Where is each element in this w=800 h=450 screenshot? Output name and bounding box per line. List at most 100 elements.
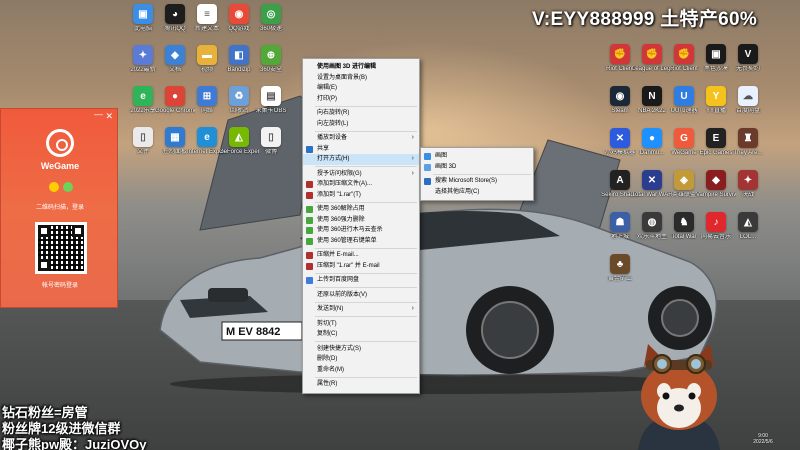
menu-item-label: 复制(C) [317,331,338,337]
menu-item-label: 属性(R) [317,381,338,387]
open-with-item[interactable]: 画图 [421,151,533,162]
menu-item-icon [424,178,431,185]
game-a-icon: ◈ [674,170,694,190]
desktop-icon-label: 360安全 [259,67,282,73]
qq-game-icon: ◉ [229,4,249,24]
desktop-icon-they-are[interactable]: ♜ They Are... [731,128,765,157]
desktop-icon-qq-music[interactable]: ☁ 百度网盘 [731,86,765,115]
context-menu-item[interactable]: 使用 360管理右键菜单 [303,236,419,247]
context-menu-item[interactable]: 使用画图 3D 进行编辑 [303,62,419,73]
menu-item-label: 使用画图 3D 进行编辑 [317,64,377,70]
minimize-icon[interactable]: — [94,109,103,119]
netease-music-icon: ♪ [706,212,726,232]
menu-item-label: 发送到(N) [317,306,344,312]
menu-item-label: 剪切(T) [317,320,337,327]
doc-icon: ◆ [165,45,185,65]
desktop-icon-360-speed[interactable]: ◎ 360极速 [254,4,288,33]
open-with-item[interactable]: 画图 3D [421,162,533,173]
menu-item-label: 使用 360进行木马云查杀 [317,227,383,233]
menu-item-label: 删除(D) [317,356,338,362]
close-icon[interactable]: ✕ [105,111,113,122]
chevron-right-icon: › [411,155,414,162]
context-menu-item[interactable]: 编辑(E) [303,83,419,94]
total-war-icon: ✕ [642,170,662,190]
yy-icon: Y [706,86,726,106]
desktop-icon-game-f[interactable]: ◭ LOL... [731,212,765,241]
context-menu-item[interactable]: 添加到压缩文件(A)... [303,179,419,190]
epic-icon: E [706,128,726,148]
red-panda-mascot [638,344,720,450]
context-menu-item[interactable]: 授予访问权限(G) › [303,169,419,180]
menu-item-label: 画图 3D [435,163,457,170]
context-menu-item[interactable]: 剪切(T) [303,319,419,330]
folder1-icon: ▬ [197,45,217,65]
desktop-icon-label: 微博 [264,149,277,155]
menu-item-icon [306,216,313,224]
context-menu-item[interactable]: 还原以前的版本(V) [303,290,419,301]
context-menu-item[interactable]: 向左旋转(L) [303,119,419,130]
geforce-icon: ◭ [229,127,249,147]
open-with-item[interactable]: 搜索 Microsoft Store(S) [421,176,533,187]
context-menu-item[interactable]: 属性(R) [303,379,419,390]
context-menu-item[interactable]: 重命名(M) [303,365,419,376]
desktop-icon-obs[interactable]: ▤ 采集卡OBS [254,86,288,115]
menu-item-icon [306,227,313,234]
chevron-right-icon: › [411,169,414,177]
svg-text:M EV 8842: M EV 8842 [226,326,280,338]
app-x-icon: ✕ [610,128,630,148]
desktop-icon-label: 决战 [741,192,754,198]
context-menu-item[interactable]: 创建快捷方式(S) [303,344,419,355]
desktop-icon-label: 百度网盘 [735,108,760,114]
context-menu-item[interactable]: 上传到百度网盘 [303,275,419,286]
they-are-icon: ♜ [738,128,758,148]
context-menu-item[interactable]: 压缩并 E-mail... [303,250,419,261]
context-menu-item[interactable]: 播放到设备 › [303,133,419,144]
context-menu-item[interactable]: 删除(D) [303,354,419,365]
context-menu-item[interactable]: 压缩到 "1.rar" 并 E-mail [303,261,419,272]
wegame-logo-icon [46,129,74,157]
menu-item-icon [424,153,431,160]
wegame-login-window: — ✕ WeGame 二维码扫描，登录 帐号密码登录 [0,108,118,308]
context-menu-item[interactable]: 使用 360解除占用 [303,204,419,215]
password-login-link[interactable]: 帐号密码登录 [1,280,119,289]
desktop-icon-game-g[interactable]: ♣ 黄金矿工 [603,254,637,283]
context-menu-item[interactable]: 添加到 "1.rar"(T) [303,190,419,201]
wegame-ico-icon: G [674,128,694,148]
desktop-icon-valorant[interactable]: V 无畏契约 [731,44,765,73]
riot-client-icon: ✊ [610,44,630,64]
menu-item-icon [306,206,313,213]
context-menu-item[interactable]: 打开方式(H) › [303,154,419,165]
scan-hint: 二维码扫描，登录 [35,205,84,211]
desktop-icon-360-safe[interactable]: ⊕ 360安全 [254,45,288,74]
desktop-icon-label: 360极速 [259,26,282,32]
uu-icon: U [674,86,694,106]
file2-icon: ▯ [133,127,153,147]
context-menu-item[interactable]: 共享 [303,144,419,155]
2022-lol-icon: ✦ [133,45,153,65]
desktop-icon-game-b[interactable]: ✦ 决战 [731,170,765,199]
360-speed-icon: ◎ [261,4,281,24]
open-with-item[interactable]: 选择其他应用(C) [421,187,533,198]
menu-separator [315,376,417,378]
context-menu-item[interactable]: 使用 360强力删除 [303,215,419,226]
context-menu-item[interactable]: 使用 360进行木马云查杀 [303,225,419,236]
chrome-icon: ● [165,86,185,106]
context-menu-item[interactable]: 向右旋转(R) [303,108,419,119]
menu-item-label: 设置为桌面背景(B) [317,74,367,81]
menu-item-label: 选择其他应用(C) [435,188,480,195]
desktop-icon-wps[interactable]: ▯ 微博 [254,127,288,156]
danmu-icon: ● [642,128,662,148]
menu-separator [315,316,417,317]
wechat-login-icon[interactable] [63,182,73,192]
context-menu-item[interactable]: 复制(C) [303,329,419,340]
menu-separator [315,341,417,342]
game-f-icon: ◭ [738,212,758,232]
taskbar-clock[interactable]: 9:00 2022/5/6 [747,433,779,445]
context-menu-item[interactable]: 打印(P) [303,94,419,105]
menu-item-label: 共享 [317,145,330,152]
qq-login-icon[interactable] [49,182,59,192]
menu-item-label: 打开方式(H) [317,156,350,162]
vampire-icon: ◆ [706,170,726,190]
context-menu-item[interactable]: 设置为桌面背景(B) [303,73,419,84]
context-menu-item[interactable]: 发送到(N) › [303,304,419,315]
